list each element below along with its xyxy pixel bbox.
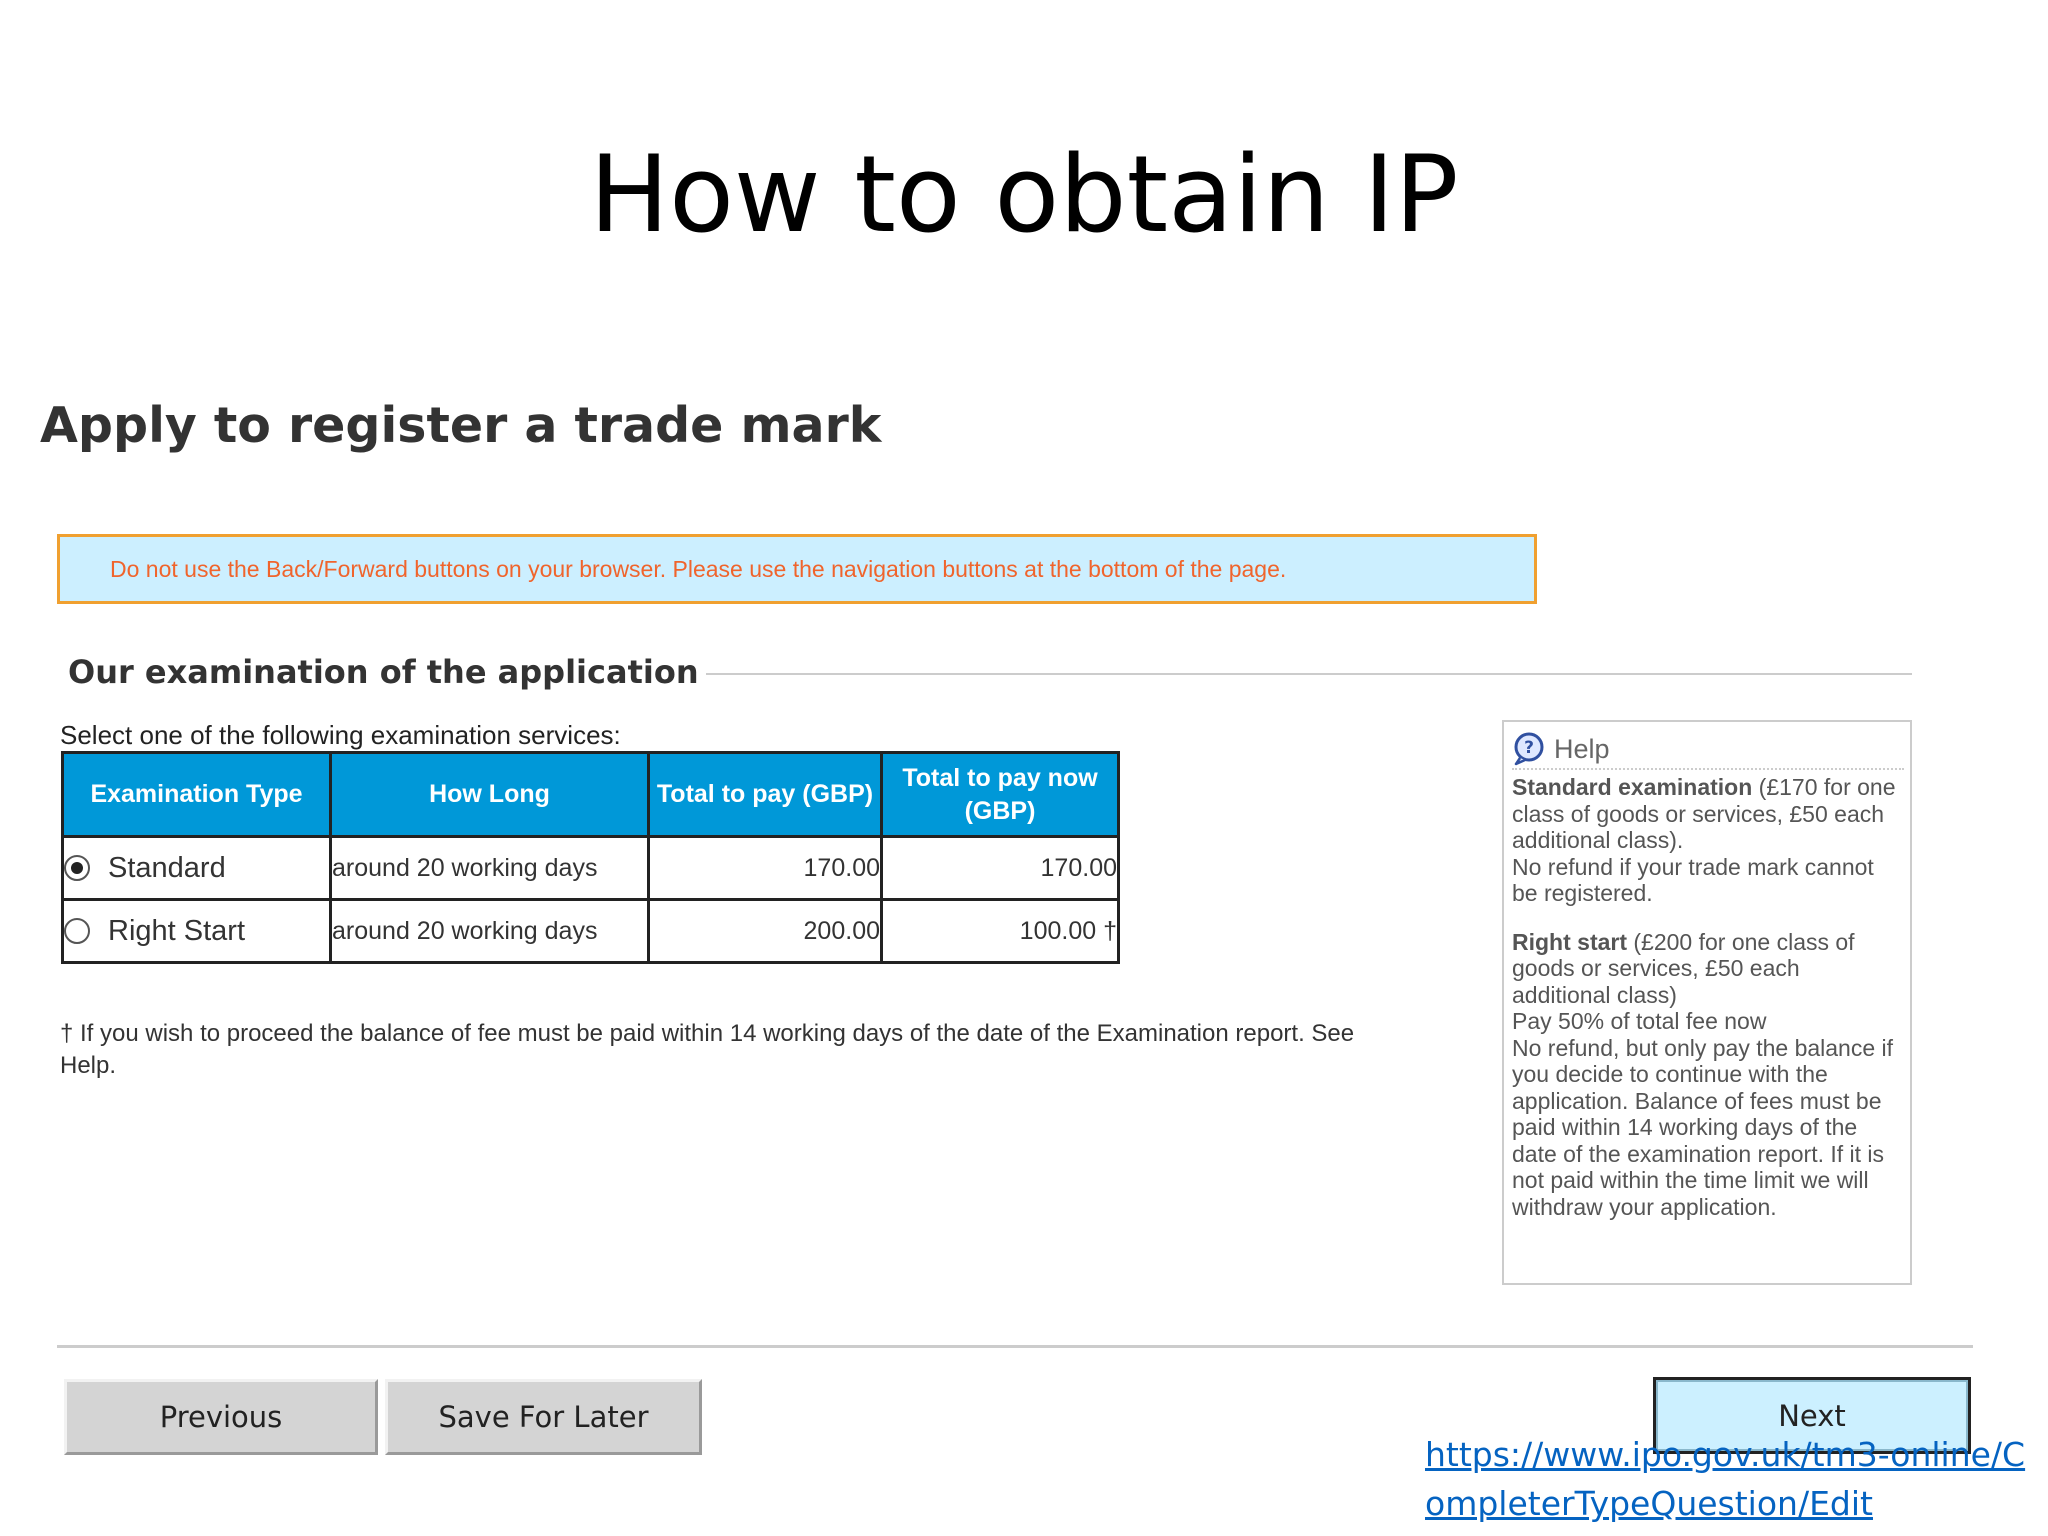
total-now-cell: 100.00 † <box>880 898 1120 964</box>
column-header-total: Total to pay (GBP) <box>647 751 883 838</box>
save-for-later-button[interactable]: Save For Later <box>385 1379 702 1455</box>
column-header-total-now: Total to pay now (GBP) <box>880 751 1120 838</box>
page-heading: Apply to register a trade mark <box>40 397 882 454</box>
column-header-examination-type: Examination Type <box>61 751 332 838</box>
total-cell: 200.00 <box>647 898 883 964</box>
standard-radio-button[interactable] <box>64 855 90 882</box>
help-right-start-paragraph: Right start (£200 for one class of goods… <box>1512 929 1904 1009</box>
examination-type-cell: Right Start <box>61 898 332 964</box>
examination-type-label: Standard <box>108 851 226 884</box>
fee-footnote: † If you wish to proceed the balance of … <box>60 1020 1355 1079</box>
help-panel: ? Help Standard examination (£170 for on… <box>1502 720 1912 1285</box>
how-long-cell: around 20 working days <box>329 898 650 964</box>
help-standard-paragraph: Standard examination (£170 for one class… <box>1512 774 1904 854</box>
section-divider <box>706 673 1912 675</box>
examination-services-table: Examination Type How Long Total to pay (… <box>61 751 1120 964</box>
help-title: Help <box>1554 733 1610 764</box>
how-long-cell: around 20 working days <box>329 835 650 901</box>
column-header-how-long: How Long <box>329 751 650 838</box>
help-body: Standard examination (£170 for one class… <box>1512 774 1904 1220</box>
examination-type-cell: Standard <box>61 835 332 901</box>
previous-button[interactable]: Previous <box>64 1379 378 1455</box>
help-right-start-name: Right start <box>1512 928 1627 955</box>
right-start-radio-button[interactable] <box>64 918 90 945</box>
table-row: Right Start around 20 working days 200.0… <box>61 898 1120 964</box>
selection-prompt: Select one of the following examination … <box>60 720 621 750</box>
navigation-warning-banner: Do not use the Back/Forward buttons on y… <box>57 534 1537 604</box>
help-right-start-pay: Pay 50% of total fee now <box>1512 1008 1767 1034</box>
help-question-icon: ? <box>1514 732 1544 766</box>
help-standard-name: Standard examination <box>1512 774 1753 800</box>
examination-type-label: Right Start <box>108 914 245 947</box>
source-url-link[interactable]: https://www.ipo.gov.uk/tm3-online/Comple… <box>1425 1430 2035 1528</box>
total-now-cell: 170.00 <box>880 835 1120 901</box>
section-title: Our examination of the application <box>68 653 699 691</box>
help-header: ? Help <box>1512 730 1904 770</box>
footer-divider <box>57 1345 1973 1348</box>
slide-title: How to obtain IP <box>589 133 1459 256</box>
table-row: Standard around 20 working days 170.00 1… <box>61 835 1120 901</box>
svg-text:?: ? <box>1524 738 1534 758</box>
help-standard-note: No refund if your trade mark cannot be r… <box>1512 853 1874 907</box>
table-header-row: Examination Type How Long Total to pay (… <box>61 751 1120 838</box>
help-right-start-note: No refund, but only pay the balance if y… <box>1512 1034 1894 1220</box>
total-cell: 170.00 <box>647 835 883 901</box>
